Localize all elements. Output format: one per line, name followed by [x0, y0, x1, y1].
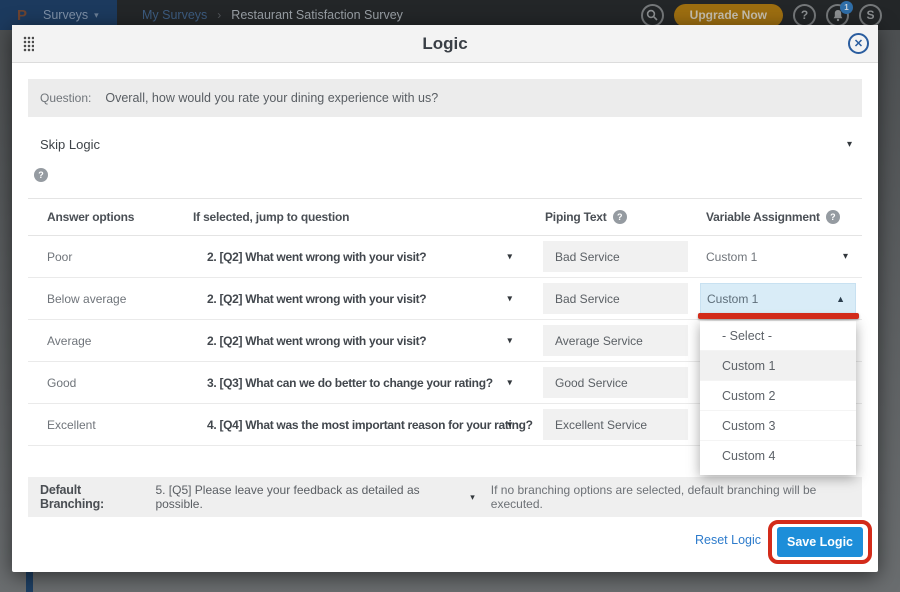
help-button[interactable]: ? — [793, 4, 816, 27]
variable-help-icon[interactable]: ? — [826, 210, 840, 224]
jump-question-select[interactable]: 3. [Q3] What can we do better to change … — [185, 376, 540, 390]
piping-text-input[interactable] — [543, 241, 688, 272]
dropdown-option-custom-4[interactable]: Custom 4 — [700, 441, 856, 471]
caret-down-icon: ▾ — [507, 293, 512, 304]
answer-option-label: Below average — [28, 292, 185, 306]
search-button[interactable] — [641, 4, 664, 27]
jump-question-select[interactable]: 2. [Q2] What went wrong with your visit?… — [185, 250, 540, 264]
answer-option-label: Excellent — [28, 418, 185, 432]
default-branching-label: Default Branching: — [40, 483, 145, 511]
close-icon: ✕ — [854, 37, 863, 50]
app-logo[interactable]: P — [17, 7, 27, 24]
caret-down-icon: ▾ — [843, 251, 848, 262]
jump-question-value: 2. [Q2] What went wrong with your visit? — [207, 292, 426, 306]
help-icon: ? — [801, 8, 808, 22]
account-avatar[interactable]: S — [859, 4, 882, 27]
save-logic-button[interactable]: Save Logic — [777, 527, 863, 557]
jump-question-select[interactable]: 4. [Q4] What was the most important reas… — [185, 418, 540, 432]
caret-down-icon: ▾ — [470, 492, 475, 503]
breadcrumb-separator-icon: › — [217, 8, 221, 22]
piping-text-input[interactable] — [543, 367, 688, 398]
modal-header: Logic ✕ — [12, 25, 878, 63]
breadcrumb-current-survey: Restaurant Satisfaction Survey — [231, 8, 403, 22]
jump-question-value: 4. [Q4] What was the most important reas… — [207, 418, 533, 432]
upgrade-now-button[interactable]: Upgrade Now — [674, 4, 783, 27]
dropdown-option-select[interactable]: - Select - — [700, 321, 856, 351]
reset-logic-link[interactable]: Reset Logic — [695, 533, 761, 547]
table-header-row: Answer options If selected, jump to ques… — [28, 198, 862, 236]
avatar-initial: S — [866, 8, 874, 22]
caret-up-icon: ▲ — [836, 294, 845, 304]
header-piping-text: Piping Text ? — [540, 210, 700, 224]
jump-question-value: 2. [Q2] What went wrong with your visit? — [207, 250, 426, 264]
caret-down-icon: ▾ — [507, 377, 512, 388]
chevron-down-icon: ▾ — [94, 10, 99, 21]
variable-value: Custom 1 — [700, 250, 757, 264]
notification-badge: 1 — [840, 1, 853, 14]
dropdown-option-custom-2[interactable]: Custom 2 — [700, 381, 856, 411]
variable-value: Custom 1 — [701, 292, 758, 306]
search-icon — [646, 9, 658, 21]
piping-text-input[interactable] — [543, 283, 688, 314]
header-answer-options: Answer options — [28, 210, 185, 224]
jump-question-select[interactable]: 2. [Q2] What went wrong with your visit?… — [185, 334, 540, 348]
answer-option-label: Poor — [28, 250, 185, 264]
logic-type-value: Skip Logic — [40, 137, 100, 152]
nav-surveys-label: Surveys — [43, 8, 88, 22]
variable-select[interactable]: Custom 1 ▾ — [700, 236, 862, 277]
jump-question-value: 2. [Q2] What went wrong with your visit? — [207, 334, 426, 348]
breadcrumb-my-surveys[interactable]: My Surveys — [142, 8, 207, 22]
table-row: Poor 2. [Q2] What went wrong with your v… — [28, 236, 862, 278]
drag-handle-icon[interactable] — [23, 36, 34, 52]
jump-question-value: 3. [Q3] What can we do better to change … — [207, 376, 493, 390]
dropdown-option-custom-1[interactable]: Custom 1 — [700, 351, 856, 381]
question-text: Overall, how would you rate your dining … — [105, 91, 438, 105]
default-branching-note: If no branching options are selected, de… — [491, 483, 862, 511]
logic-modal: Logic ✕ Question: Overall, how would you… — [12, 25, 878, 572]
close-button[interactable]: ✕ — [848, 33, 869, 54]
nav-surveys-menu[interactable]: Surveys ▾ — [43, 8, 99, 22]
jump-question-select[interactable]: 2. [Q2] What went wrong with your visit?… — [185, 292, 540, 306]
answer-option-label: Good — [28, 376, 185, 390]
caret-down-icon: ▾ — [507, 419, 512, 430]
piping-text-input[interactable] — [543, 409, 688, 440]
header-jump-question: If selected, jump to question — [185, 210, 540, 224]
notifications-button[interactable]: 1 — [826, 4, 849, 27]
background-sidebar-edge — [26, 572, 33, 592]
answer-option-label: Average — [28, 334, 185, 348]
question-label: Question: — [40, 91, 91, 105]
logic-type-select[interactable]: Skip Logic ▾ — [28, 128, 862, 160]
dropdown-option-custom-3[interactable]: Custom 3 — [700, 411, 856, 441]
caret-down-icon: ▾ — [507, 251, 512, 262]
modal-title: Logic — [12, 25, 878, 63]
caret-down-icon: ▾ — [847, 139, 852, 150]
question-bar: Question: Overall, how would you rate yo… — [28, 79, 862, 117]
caret-down-icon: ▾ — [507, 335, 512, 346]
default-branching-bar: Default Branching: 5. [Q5] Please leave … — [28, 477, 862, 517]
piping-help-icon[interactable]: ? — [613, 210, 627, 224]
piping-text-input[interactable] — [543, 325, 688, 356]
variable-dropdown-menu: - Select - Custom 1 Custom 2 Custom 3 Cu… — [700, 321, 856, 475]
skip-logic-help-icon[interactable]: ? — [34, 168, 48, 182]
header-variable-assignment-label: Variable Assignment — [706, 210, 820, 224]
annotation-red-underline — [698, 313, 859, 319]
header-piping-text-label: Piping Text — [545, 210, 607, 224]
header-variable-assignment: Variable Assignment ? — [700, 210, 862, 224]
default-branching-select[interactable]: 5. [Q5] Please leave your feedback as de… — [155, 483, 462, 511]
